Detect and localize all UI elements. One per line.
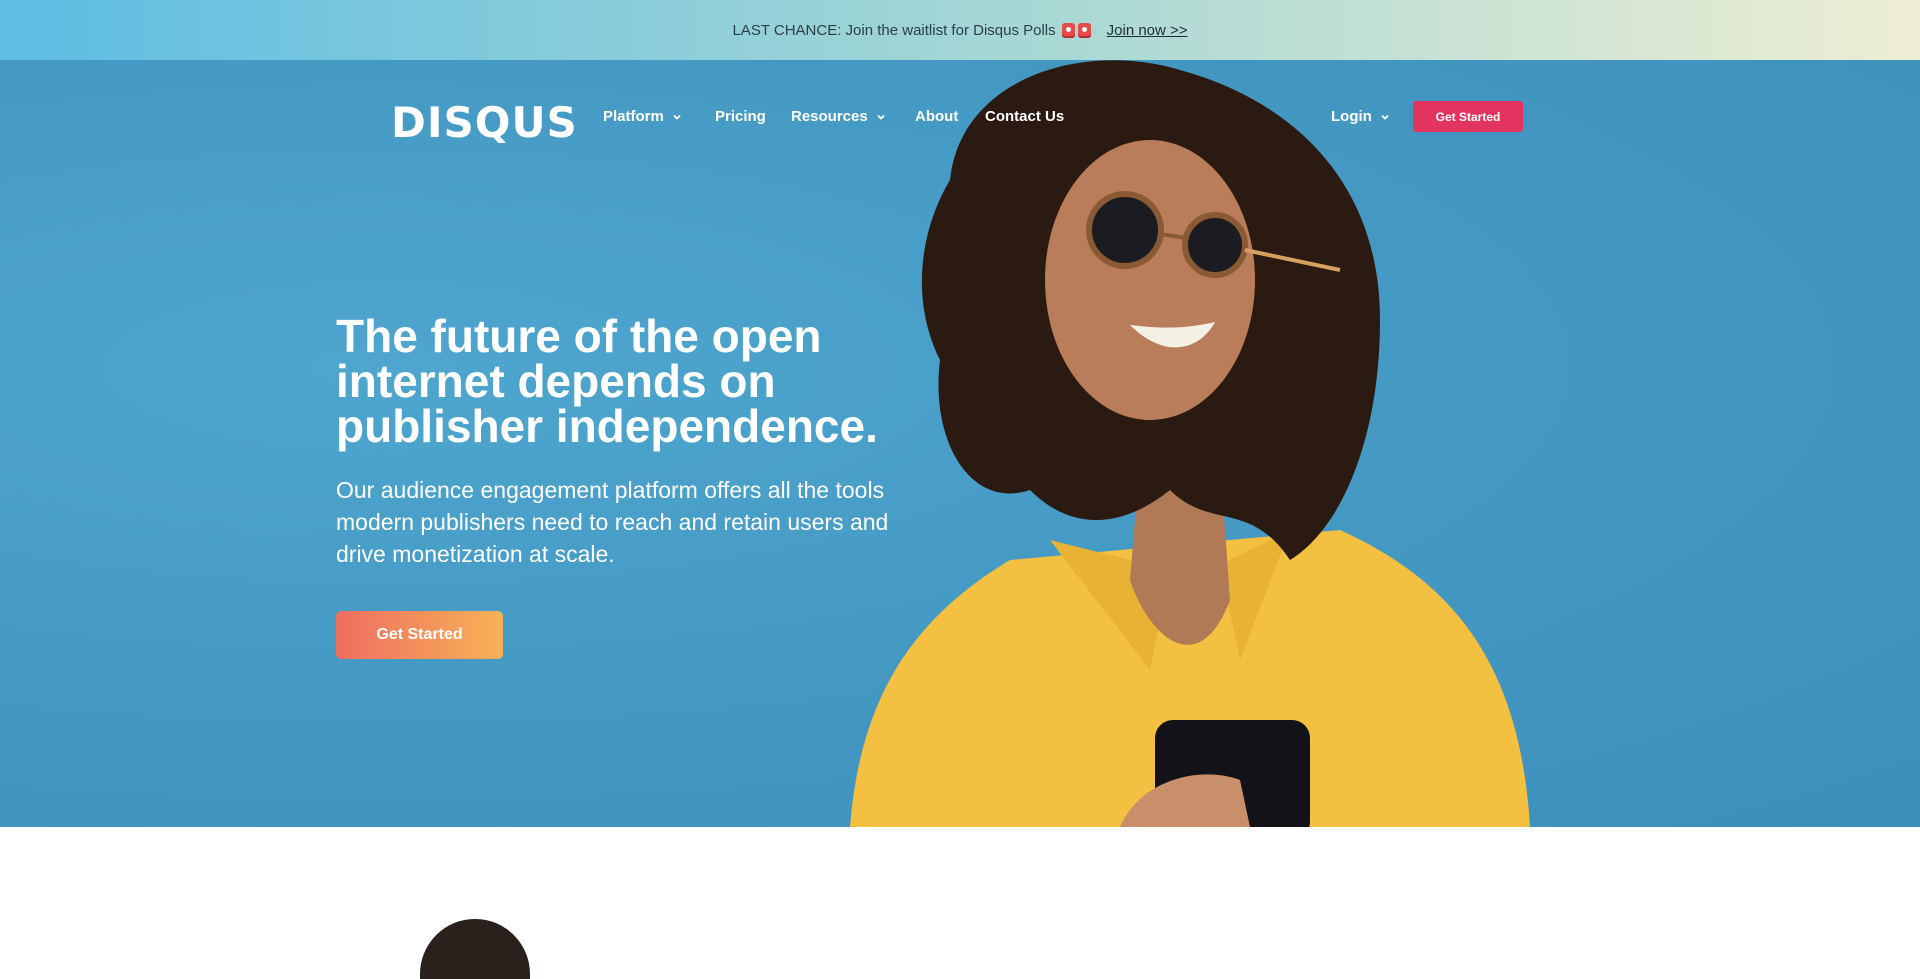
join-now-link[interactable]: Join now >>: [1107, 22, 1188, 39]
dice-icon: [1061, 22, 1075, 38]
next-section: [0, 827, 1920, 979]
top-navbar: DISQUS Platform Pricing Resources About …: [0, 60, 1920, 176]
hero-section: DISQUS Platform Pricing Resources About …: [0, 60, 1920, 827]
promo-banner: LAST CHANCE: Join the waitlist for Disqu…: [0, 0, 1920, 60]
login-label: Login: [1331, 108, 1372, 125]
nav-item-label: Resources: [791, 108, 868, 125]
disqus-logo[interactable]: DISQUS: [391, 98, 578, 147]
nav-item-label: Pricing: [715, 108, 766, 125]
nav-item-label: Platform: [603, 108, 664, 125]
nav-item-pricing[interactable]: Pricing: [715, 108, 766, 125]
hero-subtitle: Our audience engagement platform offers …: [336, 477, 889, 567]
chevron-down-icon: [673, 114, 681, 120]
nav-item-about[interactable]: About: [915, 108, 958, 125]
nav-item-platform[interactable]: Platform: [603, 108, 682, 125]
promo-icons: [1061, 22, 1091, 38]
nav-get-started-button[interactable]: Get Started: [1413, 101, 1523, 132]
hero-get-started-button[interactable]: Get Started: [336, 611, 503, 659]
chevron-down-icon: [1381, 114, 1389, 120]
avatar: [420, 919, 530, 979]
chevron-down-icon: [877, 114, 885, 120]
login-dropdown[interactable]: Login: [1331, 108, 1390, 125]
nav-item-label: Contact Us: [985, 108, 1065, 125]
hero-title: The future of the open internet depends …: [336, 310, 878, 452]
dice-icon: [1077, 22, 1091, 38]
promo-message: LAST CHANCE: Join the waitlist for Disqu…: [732, 21, 1056, 39]
nav-item-contact-us[interactable]: Contact Us: [985, 108, 1064, 125]
nav-item-label: About: [915, 108, 959, 125]
nav-item-resources[interactable]: Resources: [791, 108, 886, 125]
